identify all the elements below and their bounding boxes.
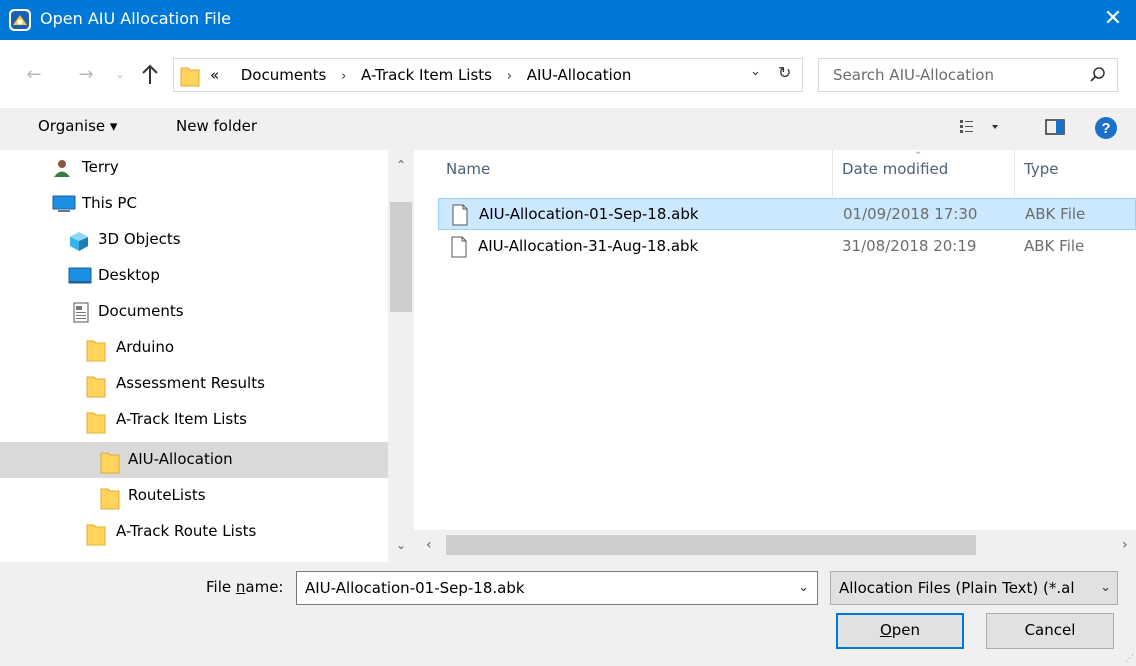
nav-item-a-track-item-lists[interactable]: A-Track Item Lists: [0, 402, 388, 438]
chevron-down-icon[interactable]: ⌄: [1100, 580, 1111, 595]
chevron-down-icon[interactable]: ⌄: [798, 580, 809, 595]
scroll-right-icon[interactable]: ›: [1122, 537, 1128, 553]
column-header-date-modified[interactable]: Date modified: [842, 160, 948, 178]
up-arrow-icon[interactable]: [140, 64, 160, 86]
user-icon: [54, 160, 70, 177]
folder-icon: [86, 524, 106, 546]
open-button[interactable]: Open: [836, 613, 964, 649]
desktop-icon: [68, 267, 92, 284]
resize-grip-icon[interactable]: ⋰: [1125, 654, 1134, 664]
folder-icon: [86, 340, 106, 362]
scroll-thumb[interactable]: [390, 202, 412, 312]
file-list-hscrollbar[interactable]: ‹ ›: [414, 530, 1136, 562]
folder-icon: [86, 412, 106, 434]
folder-icon: [180, 67, 200, 87]
folder-icon: [100, 452, 120, 474]
nav-item-arduino[interactable]: Arduino: [0, 330, 388, 366]
folder-icon: [100, 488, 120, 510]
nav-item-this-pc[interactable]: This PC: [0, 186, 388, 222]
breadcrumb: « Documents › A-Track Item Lists › AIU-A…: [210, 66, 631, 84]
preview-pane-icon[interactable]: [1044, 116, 1066, 138]
file-row[interactable]: AIU-Allocation-31-Aug-18.abk 31/08/2018 …: [438, 231, 1136, 263]
file-date: 31/08/2018 20:19: [842, 237, 977, 255]
breadcrumb-item[interactable]: AIU-Allocation: [527, 66, 632, 84]
breadcrumb-separator[interactable]: ›: [331, 69, 356, 84]
search-placeholder: Search AIU-Allocation: [833, 66, 994, 84]
file-name-label: File name:: [206, 578, 284, 596]
column-header-type[interactable]: Type: [1024, 160, 1058, 178]
column-divider[interactable]: [1014, 150, 1015, 196]
file-row[interactable]: AIU-Allocation-01-Sep-18.abk 01/09/2018 …: [438, 198, 1136, 230]
refresh-icon[interactable]: ↻: [778, 63, 791, 82]
file-name-input[interactable]: AIU-Allocation-01-Sep-18.abk ⌄: [296, 571, 818, 605]
breadcrumb-overflow[interactable]: «: [210, 66, 219, 84]
file-name-value: AIU-Allocation-01-Sep-18.abk: [305, 579, 525, 597]
svg-text:?: ?: [1101, 120, 1110, 137]
scroll-up-icon[interactable]: ⌃: [396, 158, 406, 172]
nav-item-3d-objects[interactable]: 3D Objects: [0, 222, 388, 258]
window-title: Open AIU Allocation File: [40, 9, 232, 28]
search-input[interactable]: Search AIU-Allocation: [818, 58, 1118, 92]
file-type-value: Allocation Files (Plain Text) (*.al: [839, 579, 1075, 597]
nav-item-assessment-results[interactable]: Assessment Results: [0, 366, 388, 402]
file-icon: [452, 204, 468, 226]
nav-item-documents[interactable]: Documents: [0, 294, 388, 330]
address-bar[interactable]: « Documents › A-Track Item Lists › AIU-A…: [173, 58, 803, 92]
view-options-icon[interactable]: [958, 116, 1008, 138]
3d-objects-icon: [70, 232, 88, 251]
search-icon: [1090, 67, 1105, 82]
title-bar: Open AIU Allocation File ✕: [0, 0, 1136, 40]
new-folder-button[interactable]: New folder: [176, 117, 257, 135]
nav-item-aiu-allocation[interactable]: AIU-Allocation: [0, 442, 388, 478]
open-file-dialog: Open AIU Allocation File ✕ ← → ⌄ « Docum…: [0, 0, 1136, 666]
back-arrow-icon[interactable]: ←: [22, 64, 46, 85]
cancel-button[interactable]: Cancel: [986, 613, 1114, 649]
nav-item-desktop[interactable]: Desktop: [0, 258, 388, 294]
file-type: ABK File: [1025, 205, 1086, 223]
file-icon: [451, 236, 467, 258]
recent-locations-chevron-icon[interactable]: ⌄: [108, 68, 132, 81]
scroll-thumb[interactable]: [446, 535, 976, 555]
file-name: AIU-Allocation-31-Aug-18.abk: [478, 237, 699, 255]
nav-item-terry[interactable]: Terry: [0, 150, 388, 186]
scroll-left-icon[interactable]: ‹: [426, 537, 432, 553]
column-header-name[interactable]: Name: [446, 160, 490, 178]
folder-icon: [86, 376, 106, 398]
computer-icon: [52, 195, 76, 212]
file-type: ABK File: [1024, 237, 1085, 255]
close-button[interactable]: ✕: [1090, 0, 1136, 40]
breadcrumb-item[interactable]: Documents: [241, 66, 327, 84]
app-icon: [9, 9, 31, 31]
file-date: 01/09/2018 17:30: [843, 205, 978, 223]
breadcrumb-item[interactable]: A-Track Item Lists: [361, 66, 492, 84]
nav-item-routelists[interactable]: RouteLists: [0, 478, 388, 514]
file-name: AIU-Allocation-01-Sep-18.abk: [479, 205, 699, 223]
column-divider[interactable]: [832, 150, 833, 196]
breadcrumb-separator[interactable]: ›: [497, 69, 522, 84]
organise-button[interactable]: Organise ▾: [38, 117, 117, 135]
help-icon[interactable]: ?: [1094, 116, 1118, 140]
chevron-down-icon[interactable]: ⌄: [750, 64, 761, 79]
documents-icon: [73, 302, 89, 323]
nav-item-a-track-route-lists[interactable]: A-Track Route Lists: [0, 514, 388, 550]
file-type-select[interactable]: Allocation Files (Plain Text) (*.al ⌄: [830, 571, 1118, 605]
nav-scrollbar[interactable]: ⌃ ⌄: [388, 150, 414, 562]
sort-caret-icon: ⌄: [914, 146, 923, 157]
scroll-down-icon[interactable]: ⌄: [396, 538, 406, 552]
forward-arrow-icon[interactable]: →: [74, 64, 98, 85]
navigation-pane: Terry This PC 3D Objects Desktop Documen…: [0, 150, 388, 562]
